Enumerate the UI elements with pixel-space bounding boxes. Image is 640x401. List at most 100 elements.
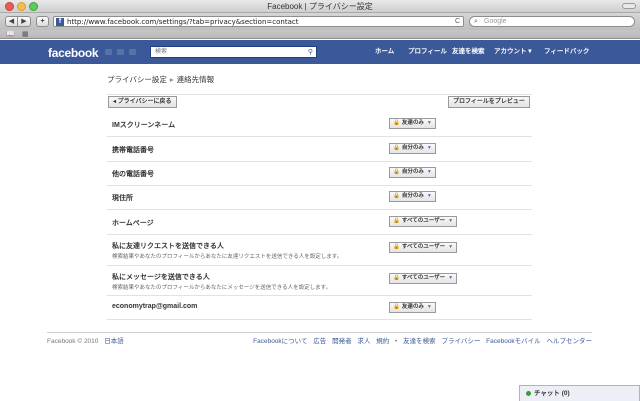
- lock-icon: 🔒: [393, 218, 400, 224]
- setting-row: 私に友達リクエストを送信できる人 検索結果やあなたのプロフィールからあなたに友達…: [107, 235, 532, 266]
- friend-requests-icon[interactable]: [105, 49, 112, 55]
- add-bookmark-button[interactable]: +: [36, 16, 49, 27]
- privacy-value: 友達のみ: [401, 304, 424, 310]
- lock-icon: 🔒: [393, 145, 400, 151]
- breadcrumb-separator: ▸: [169, 75, 174, 84]
- privacy-value: すべてのユーザー: [401, 244, 446, 250]
- forward-button[interactable]: ▶: [18, 16, 31, 27]
- address-bar[interactable]: f http://www.facebook.com/settings/?tab=…: [53, 16, 464, 27]
- browser-search-field[interactable]: ⌕ Google: [469, 16, 635, 27]
- preview-profile-button[interactable]: プロフィールをプレビュー: [448, 96, 530, 108]
- footer-link-careers[interactable]: 求人: [357, 338, 370, 345]
- privacy-selector[interactable]: 🔒 自分のみ ▼: [389, 167, 436, 178]
- chevron-down-icon: ▼: [426, 120, 432, 126]
- privacy-value: すべてのユーザー: [401, 218, 446, 224]
- footer-link-mobile[interactable]: Facebookモバイル: [486, 338, 541, 345]
- setting-help-text: 検索結果やあなたのプロフィールからあなたにメッセージを送信できる人を設定します。: [112, 285, 332, 291]
- setting-row: 私にメッセージを送信できる人 検索結果やあなたのプロフィールからあなたにメッセー…: [107, 266, 532, 296]
- chevron-down-icon: ▼: [448, 275, 454, 281]
- search-icon: ⌕: [474, 18, 478, 25]
- url-text[interactable]: http://www.facebook.com/settings/?tab=pr…: [67, 17, 298, 27]
- setting-label: 他の電話番号: [112, 171, 154, 178]
- online-status-icon: [526, 391, 531, 396]
- privacy-value: 自分のみ: [401, 145, 424, 151]
- footer-link-privacy[interactable]: プライバシー: [441, 338, 480, 345]
- footer-links: Facebookについて 広告 開発者 求人 規約 • 友達を検索 プライバシー…: [249, 335, 592, 345]
- setting-label: 私にメッセージを送信できる人: [112, 274, 210, 281]
- privacy-selector[interactable]: 🔒 友達のみ ▼: [389, 118, 436, 129]
- chevron-down-icon: ▼: [426, 145, 432, 151]
- toolbar-toggle-button[interactable]: [622, 3, 636, 9]
- setting-label: 私に友達リクエストを送信できる人: [112, 243, 224, 250]
- window-title: Facebook | プライバシー設定: [267, 2, 373, 11]
- back-button[interactable]: ◀: [5, 16, 18, 27]
- breadcrumb-privacy-settings[interactable]: プライバシー設定: [107, 75, 167, 84]
- lock-icon: 🔒: [393, 275, 400, 281]
- nav-home[interactable]: ホーム: [375, 40, 394, 64]
- window-titlebar: Facebook | プライバシー設定: [0, 0, 640, 13]
- privacy-selector[interactable]: 🔒 友達のみ ▼: [389, 302, 436, 313]
- chevron-down-icon: ▼: [448, 218, 454, 224]
- setting-help-text: 検索結果やあなたのプロフィールからあなたに友達リクエストを送信できる人を設定しま…: [112, 254, 343, 260]
- setting-label: ホームページ: [112, 220, 154, 227]
- chevron-down-icon: ▼: [426, 304, 432, 310]
- facebook-search-input[interactable]: 検索 ⚲: [150, 46, 317, 58]
- setting-row: ホームページ 🔒 すべてのユーザー ▼: [107, 210, 532, 235]
- footer-divider: [47, 332, 592, 333]
- lock-icon: 🔒: [393, 244, 400, 250]
- privacy-selector[interactable]: 🔒 自分のみ ▼: [389, 143, 436, 154]
- footer-bullet: •: [395, 338, 398, 345]
- setting-row: economytrap@gmail.com 🔒 友達のみ ▼: [107, 296, 532, 320]
- notifications-icon[interactable]: [129, 49, 136, 55]
- nav-profile[interactable]: プロフィール: [408, 40, 447, 64]
- nav-feedback[interactable]: フィードバック: [544, 40, 589, 64]
- setting-label: 携帯電話番号: [112, 147, 154, 154]
- language-link[interactable]: 日本語: [104, 338, 124, 345]
- privacy-selector[interactable]: 🔒 自分のみ ▼: [389, 191, 436, 202]
- footer-link-terms[interactable]: 規約: [376, 338, 389, 345]
- facebook-logo[interactable]: facebook: [48, 46, 99, 60]
- search-icon[interactable]: ⚲: [308, 47, 313, 58]
- lock-icon: 🔒: [393, 120, 400, 126]
- privacy-value: 自分のみ: [401, 169, 424, 175]
- privacy-selector[interactable]: 🔒 すべてのユーザー ▼: [389, 216, 458, 227]
- setting-label: 現住所: [112, 195, 133, 202]
- footer-link-about[interactable]: Facebookについて: [253, 338, 307, 345]
- footer-link-ads[interactable]: 広告: [313, 338, 326, 345]
- chevron-down-icon: ▼: [426, 169, 432, 175]
- divider: [107, 94, 532, 95]
- setting-row: 携帯電話番号 🔒 自分のみ ▼: [107, 137, 532, 162]
- breadcrumb-current: 連絡先情報: [176, 75, 215, 84]
- footer-link-find-friends[interactable]: 友達を検索: [403, 338, 436, 345]
- footer-copyright: Facebook © 2010 日本語: [47, 335, 124, 345]
- privacy-selector[interactable]: 🔒 すべてのユーザー ▼: [389, 242, 458, 253]
- bookmarks-bar: 📖 ▦: [0, 30, 640, 39]
- messages-icon[interactable]: [117, 49, 124, 55]
- setting-row: 現住所 🔒 自分のみ ▼: [107, 186, 532, 210]
- setting-row: 他の電話番号 🔒 自分のみ ▼: [107, 162, 532, 186]
- nav-account[interactable]: アカウント ▾: [494, 40, 532, 64]
- privacy-selector[interactable]: 🔒 すべてのユーザー ▼: [389, 273, 458, 284]
- nav-find-friends[interactable]: 友達を検索: [452, 40, 485, 64]
- browser-search-placeholder: Google: [484, 18, 507, 25]
- footer-link-developers[interactable]: 開発者: [332, 338, 352, 345]
- bookmarks-book-icon[interactable]: 📖: [6, 30, 15, 39]
- chat-label: チャット (0): [534, 390, 570, 397]
- privacy-value: 自分のみ: [401, 193, 424, 199]
- chevron-down-icon: ▼: [426, 193, 432, 199]
- top-sites-grid-icon[interactable]: ▦: [22, 30, 29, 39]
- setting-label: IMスクリーンネーム: [112, 122, 176, 129]
- chat-bar[interactable]: チャット (0): [519, 385, 640, 401]
- footer-link-help[interactable]: ヘルプセンター: [547, 338, 593, 345]
- setting-row: IMスクリーンネーム 🔒 友達のみ ▼: [107, 112, 532, 137]
- facebook-header: facebook 検索 ⚲ ホーム プロフィール 友達を検索 アカウント ▾ フ…: [0, 40, 640, 64]
- privacy-value: 友達のみ: [401, 120, 424, 126]
- facebook-search-placeholder: 検索: [155, 49, 168, 55]
- lock-icon: 🔒: [393, 193, 400, 199]
- lock-icon: 🔒: [393, 169, 400, 175]
- chevron-down-icon: ▼: [448, 244, 454, 250]
- reload-icon[interactable]: C: [455, 17, 460, 27]
- lock-icon: 🔒: [393, 304, 400, 310]
- copyright-text: Facebook © 2010: [47, 338, 99, 345]
- back-to-privacy-button[interactable]: ◂ プライバシーに戻る: [108, 96, 177, 108]
